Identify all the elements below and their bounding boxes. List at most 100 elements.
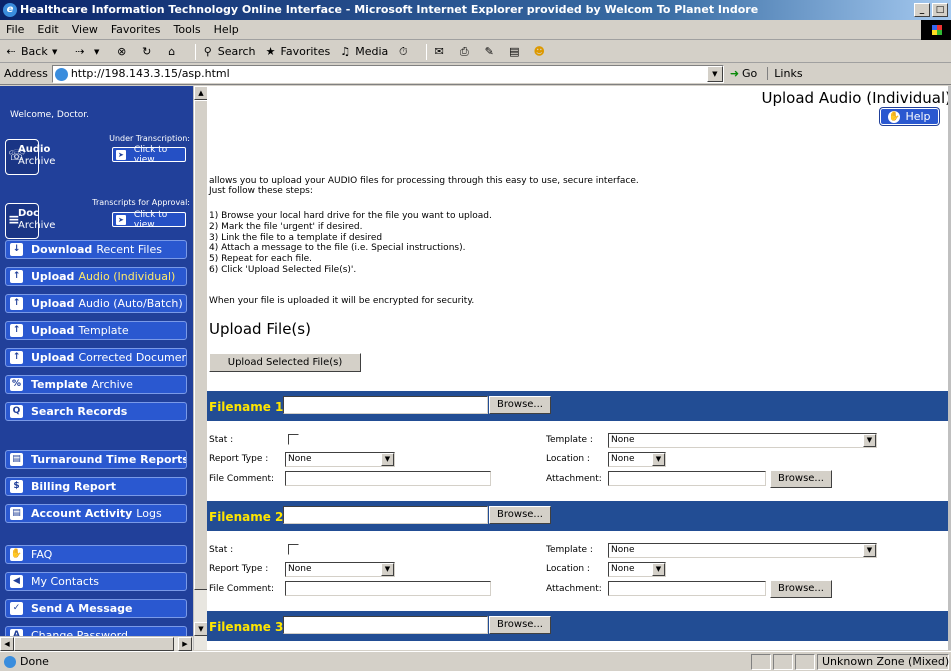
template-select-value: None xyxy=(611,545,635,555)
messenger-button[interactable]: ☻ xyxy=(532,45,549,59)
scroll-right-button[interactable]: ▶ xyxy=(178,637,192,651)
browser-toolbar: ⇠ Back ▼ ⇢ ▼ ⊗ ↻ ⌂ ⚲ Search ★ Favorites … xyxy=(0,41,951,63)
file-comment-input[interactable] xyxy=(285,581,491,596)
minimize-button[interactable]: _ xyxy=(914,3,930,17)
upload-icon: ↑ xyxy=(10,270,23,283)
location-select-value: None xyxy=(611,564,635,574)
attachment-input[interactable] xyxy=(608,581,766,596)
sidebar-item-9[interactable]: ▤ Account Activity Logs xyxy=(5,504,187,523)
file-comment-input[interactable] xyxy=(285,471,491,486)
report-type-select[interactable]: None ▼ xyxy=(285,562,395,577)
filename-browse-button[interactable]: Browse... xyxy=(489,396,551,414)
stop-button[interactable]: ⊗ xyxy=(115,45,132,59)
search-icon: ⚲ xyxy=(203,44,212,58)
discuss-icon: ▤ xyxy=(509,44,520,58)
filename-browse-button[interactable]: Browse... xyxy=(489,616,551,634)
scroll-thumb[interactable] xyxy=(194,100,208,590)
stat-checkbox[interactable] xyxy=(288,434,299,445)
sidebar-item-label-bold: Billing Report xyxy=(31,480,117,493)
sidebar-item-10[interactable]: ✋ FAQ xyxy=(5,545,187,564)
stat-checkbox[interactable] xyxy=(288,544,299,555)
filename-label: Filename 1: xyxy=(209,400,289,414)
menu-view[interactable]: View xyxy=(72,23,98,36)
location-select[interactable]: None ▼ xyxy=(608,452,666,467)
address-dropdown-icon[interactable]: ▼ xyxy=(706,65,723,82)
upload-icon: ↑ xyxy=(10,297,23,310)
go-arrow-icon: ➜ xyxy=(729,67,740,80)
under-transcription-label: Under Transcription: xyxy=(109,134,190,143)
search-button[interactable]: ⚲ Search xyxy=(201,45,256,59)
sidebar-item-3[interactable]: ↑ Upload Template xyxy=(5,321,187,340)
filename-input[interactable] xyxy=(283,396,488,414)
sidebar-item-1[interactable]: ↑ Upload Audio (Individual) xyxy=(5,267,187,286)
sidebar-item-6[interactable]: Q Search Records xyxy=(5,402,187,421)
attachment-browse-button[interactable]: Browse... xyxy=(770,580,832,598)
step-item: 3) Link the file to a template if desire… xyxy=(209,232,383,243)
attachment-browse-button[interactable]: Browse... xyxy=(770,470,832,488)
report-type-select[interactable]: None ▼ xyxy=(285,452,395,467)
home-button[interactable]: ⌂ xyxy=(165,45,182,59)
scroll-up-button[interactable]: ▲ xyxy=(194,86,208,100)
discuss-button[interactable]: ▤ xyxy=(507,45,524,59)
upload-selected-files-button[interactable]: Upload Selected File(s) xyxy=(209,353,361,372)
filename-input[interactable] xyxy=(283,616,488,634)
audio-click-to-view-button[interactable]: ➤ Click to view xyxy=(112,145,186,165)
menu-help[interactable]: Help xyxy=(214,23,239,36)
location-select[interactable]: None ▼ xyxy=(608,562,666,577)
go-button[interactable]: ➜ Go xyxy=(730,67,757,80)
menu-favorites[interactable]: Favorites xyxy=(111,23,161,36)
hscroll-thumb[interactable] xyxy=(14,637,174,651)
sidebar-item-11[interactable]: ◀ My Contacts xyxy=(5,572,187,591)
restore-button[interactable]: □ xyxy=(932,3,948,17)
attachment-label: Attachment: xyxy=(546,474,602,484)
filename-band: Filename 1: Browse... xyxy=(207,391,951,421)
forward-button[interactable]: ⇢ ▼ xyxy=(73,45,107,59)
doc-archive-link[interactable]: ≡ Doc Archive xyxy=(5,203,55,239)
filename-input[interactable] xyxy=(283,506,488,524)
mail-button[interactable]: ✉ xyxy=(432,45,449,59)
toolbar-separator xyxy=(426,43,428,60)
refresh-button[interactable]: ↻ xyxy=(140,45,157,59)
template-select[interactable]: None ▼ xyxy=(608,543,877,558)
print-button[interactable]: ⎙ xyxy=(457,45,474,59)
menu-file[interactable]: File xyxy=(6,23,24,36)
forward-arrow-icon: ⇢ xyxy=(75,44,85,58)
menu-edit[interactable]: Edit xyxy=(37,23,58,36)
filename-label: Filename 3: xyxy=(209,620,289,634)
report-type-select-value: None xyxy=(288,564,312,574)
sidebar-item-4[interactable]: ↑ Upload Corrected Document xyxy=(5,348,187,367)
forward-dropdown-icon: ▼ xyxy=(94,47,100,56)
address-input[interactable]: http://198.143.3.15/asp.html ▼ xyxy=(51,64,724,83)
stat-label: Stat : xyxy=(209,545,234,555)
help-button[interactable]: ✋ Help xyxy=(880,108,939,125)
history-button[interactable]: ⏱ xyxy=(396,45,413,59)
scroll-down-button[interactable]: ▼ xyxy=(194,622,208,636)
status-cell xyxy=(773,653,793,670)
back-button[interactable]: ⇠ Back ▼ xyxy=(4,45,65,59)
media-button[interactable]: ♫ Media xyxy=(338,45,388,59)
sidebar-item-0[interactable]: ↓ Download Recent Files xyxy=(5,240,187,259)
sidebar-item-2[interactable]: ↑ Upload Audio (Auto/Batch) xyxy=(5,294,187,313)
sidebar-scrollbar[interactable]: ▲ ▼ xyxy=(193,86,208,650)
sidebar-item-12[interactable]: ✓ Send A Message xyxy=(5,599,187,618)
menu-tools[interactable]: Tools xyxy=(174,23,201,36)
sidebar-item-5[interactable]: % Template Archive xyxy=(5,375,187,394)
download-icon: ↓ xyxy=(10,243,23,256)
links-button[interactable]: Links xyxy=(767,67,803,80)
step-item: 4) Attach a message to the file (i.e. Sp… xyxy=(209,243,466,254)
sidebar-item-8[interactable]: $ Billing Report xyxy=(5,477,187,496)
filename-browse-button[interactable]: Browse... xyxy=(489,506,551,524)
favorites-button[interactable]: ★ Favorites xyxy=(264,45,331,59)
send-icon: ✓ xyxy=(10,602,23,615)
scroll-left-button[interactable]: ◀ xyxy=(0,637,14,651)
template-select[interactable]: None ▼ xyxy=(608,433,877,448)
doc-click-to-view-button[interactable]: ➤ Click to view xyxy=(112,210,186,230)
log-icon: ▤ xyxy=(10,507,23,520)
step-item: 2) Mark the file 'urgent' if desired. xyxy=(209,221,363,232)
audio-archive-link[interactable]: ☏ Audio Archive xyxy=(5,139,55,175)
edit-button[interactable]: ✎ xyxy=(482,45,499,59)
sidebar-item-7[interactable]: ▤ Turnaround Time Reports xyxy=(5,450,187,469)
attachment-input[interactable] xyxy=(608,471,766,486)
arrow-icon: ➤ xyxy=(116,149,126,160)
horizontal-scrollbar[interactable]: ◀ ▶ xyxy=(0,636,193,651)
